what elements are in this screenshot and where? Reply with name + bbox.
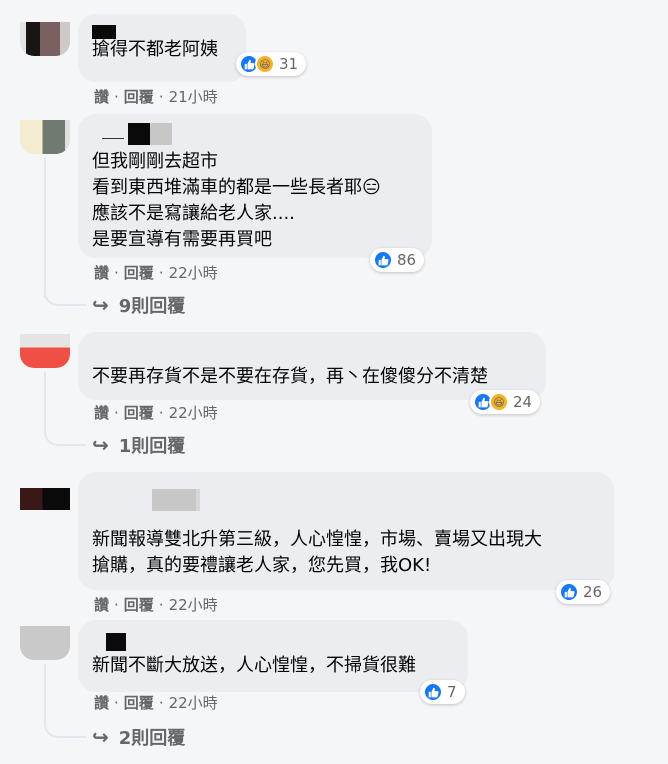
comment-bubble: 新聞報導雙北升第三級，人心惶惶，市場、賣場又出現大 搶購，真的要禮讓老人家，您先… bbox=[78, 472, 614, 590]
reply-link[interactable]: 回覆 bbox=[124, 596, 154, 614]
reply-arrow-icon: ↪ bbox=[92, 293, 109, 317]
reaction-summary[interactable]: 26 bbox=[556, 580, 611, 604]
comment-actions: 讚 · 回覆 · 22小時 bbox=[94, 264, 218, 282]
replies-count-label: 1則回覆 bbox=[118, 436, 186, 457]
view-replies-link[interactable]: ↪ 2則回覆 bbox=[92, 724, 185, 750]
haha-icon: 😆 bbox=[489, 392, 509, 412]
timestamp[interactable]: 22小時 bbox=[169, 694, 218, 712]
timestamp[interactable]: 22小時 bbox=[169, 264, 218, 282]
thread-connector bbox=[44, 422, 86, 446]
reaction-count: 7 bbox=[447, 683, 457, 701]
reply-link[interactable]: 回覆 bbox=[124, 264, 154, 282]
comment-text: 新聞不斷大放送，人心惶惶，不掃貨很難 bbox=[92, 655, 416, 676]
comment-bubble: 不要再存貨不是不要在存貨，再丶在傻傻分不清楚 bbox=[78, 332, 546, 400]
like-link[interactable]: 讚 bbox=[94, 404, 109, 422]
author-name-redacted[interactable] bbox=[92, 123, 416, 145]
thread-connector bbox=[44, 714, 86, 738]
like-link[interactable]: 讚 bbox=[94, 596, 109, 614]
timestamp[interactable]: 21小時 bbox=[169, 88, 218, 106]
like-link[interactable]: 讚 bbox=[94, 88, 109, 106]
view-replies-link[interactable]: ↪ 9則回覆 bbox=[92, 292, 185, 318]
reaction-count: 86 bbox=[397, 251, 417, 269]
reply-link[interactable]: 回覆 bbox=[124, 694, 154, 712]
replies-count-label: 2則回覆 bbox=[118, 728, 186, 749]
avatar[interactable] bbox=[20, 120, 70, 154]
author-name-redacted[interactable] bbox=[92, 629, 452, 651]
like-link[interactable]: 讚 bbox=[94, 264, 109, 282]
reaction-count: 26 bbox=[583, 583, 603, 601]
reaction-summary[interactable]: 86 bbox=[370, 248, 425, 272]
reaction-summary[interactable]: 7 bbox=[420, 680, 465, 704]
comment-bubble: 新聞不斷大放送，人心惶惶，不掃貨很難 bbox=[78, 620, 468, 692]
thread-line bbox=[44, 158, 46, 298]
comment-actions: 讚 · 回覆 · 22小時 bbox=[94, 596, 218, 614]
avatar[interactable] bbox=[20, 488, 70, 522]
like-icon bbox=[559, 582, 579, 602]
reply-link[interactable]: 回覆 bbox=[124, 88, 154, 106]
like-icon bbox=[373, 250, 393, 270]
comment-actions: 讚 · 回覆 · 22小時 bbox=[94, 404, 218, 422]
reply-arrow-icon: ↪ bbox=[92, 433, 109, 457]
thread-connector bbox=[44, 282, 86, 306]
reaction-count: 31 bbox=[279, 55, 299, 73]
comment-bubble: 但我剛剛去超市 看到東西堆滿車的都是一些長者耶😑 應該不是寫讓給老人家.... … bbox=[78, 114, 432, 258]
reply-arrow-icon: ↪ bbox=[92, 725, 109, 749]
haha-icon: 😆 bbox=[255, 54, 275, 74]
comment-actions: 讚 · 回覆 · 22小時 bbox=[94, 694, 218, 712]
avatar[interactable] bbox=[20, 626, 70, 660]
like-icon bbox=[423, 682, 443, 702]
comment-text: 不要再存貨不是不要在存貨，再丶在傻傻分不清楚 bbox=[92, 366, 488, 387]
reply-link[interactable]: 回覆 bbox=[124, 404, 154, 422]
comment-bubble: 搶得不都老阿姨 bbox=[78, 14, 246, 82]
reaction-count: 24 bbox=[513, 393, 533, 411]
reaction-summary[interactable]: 😆 24 bbox=[470, 390, 541, 414]
comment-text: 新聞報導雙北升第三級，人心惶惶，市場、賣場又出現大 搶購，真的要禮讓老人家，您先… bbox=[92, 529, 542, 576]
avatar[interactable] bbox=[20, 334, 70, 368]
replies-count-label: 9則回覆 bbox=[118, 296, 186, 317]
avatar[interactable] bbox=[20, 22, 70, 56]
author-name-redacted[interactable] bbox=[92, 23, 230, 45]
timestamp[interactable]: 22小時 bbox=[169, 404, 218, 422]
comment-text: 但我剛剛去超市 看到東西堆滿車的都是一些長者耶😑 應該不是寫讓給老人家.... … bbox=[92, 151, 381, 250]
reaction-summary[interactable]: 😆 31 bbox=[236, 52, 307, 76]
like-link[interactable]: 讚 bbox=[94, 694, 109, 712]
author-name-redacted[interactable] bbox=[92, 481, 598, 511]
timestamp[interactable]: 22小時 bbox=[169, 596, 218, 614]
comment-actions: 讚 · 回覆 · 21小時 bbox=[94, 88, 218, 106]
view-replies-link[interactable]: ↪ 1則回覆 bbox=[92, 432, 185, 458]
